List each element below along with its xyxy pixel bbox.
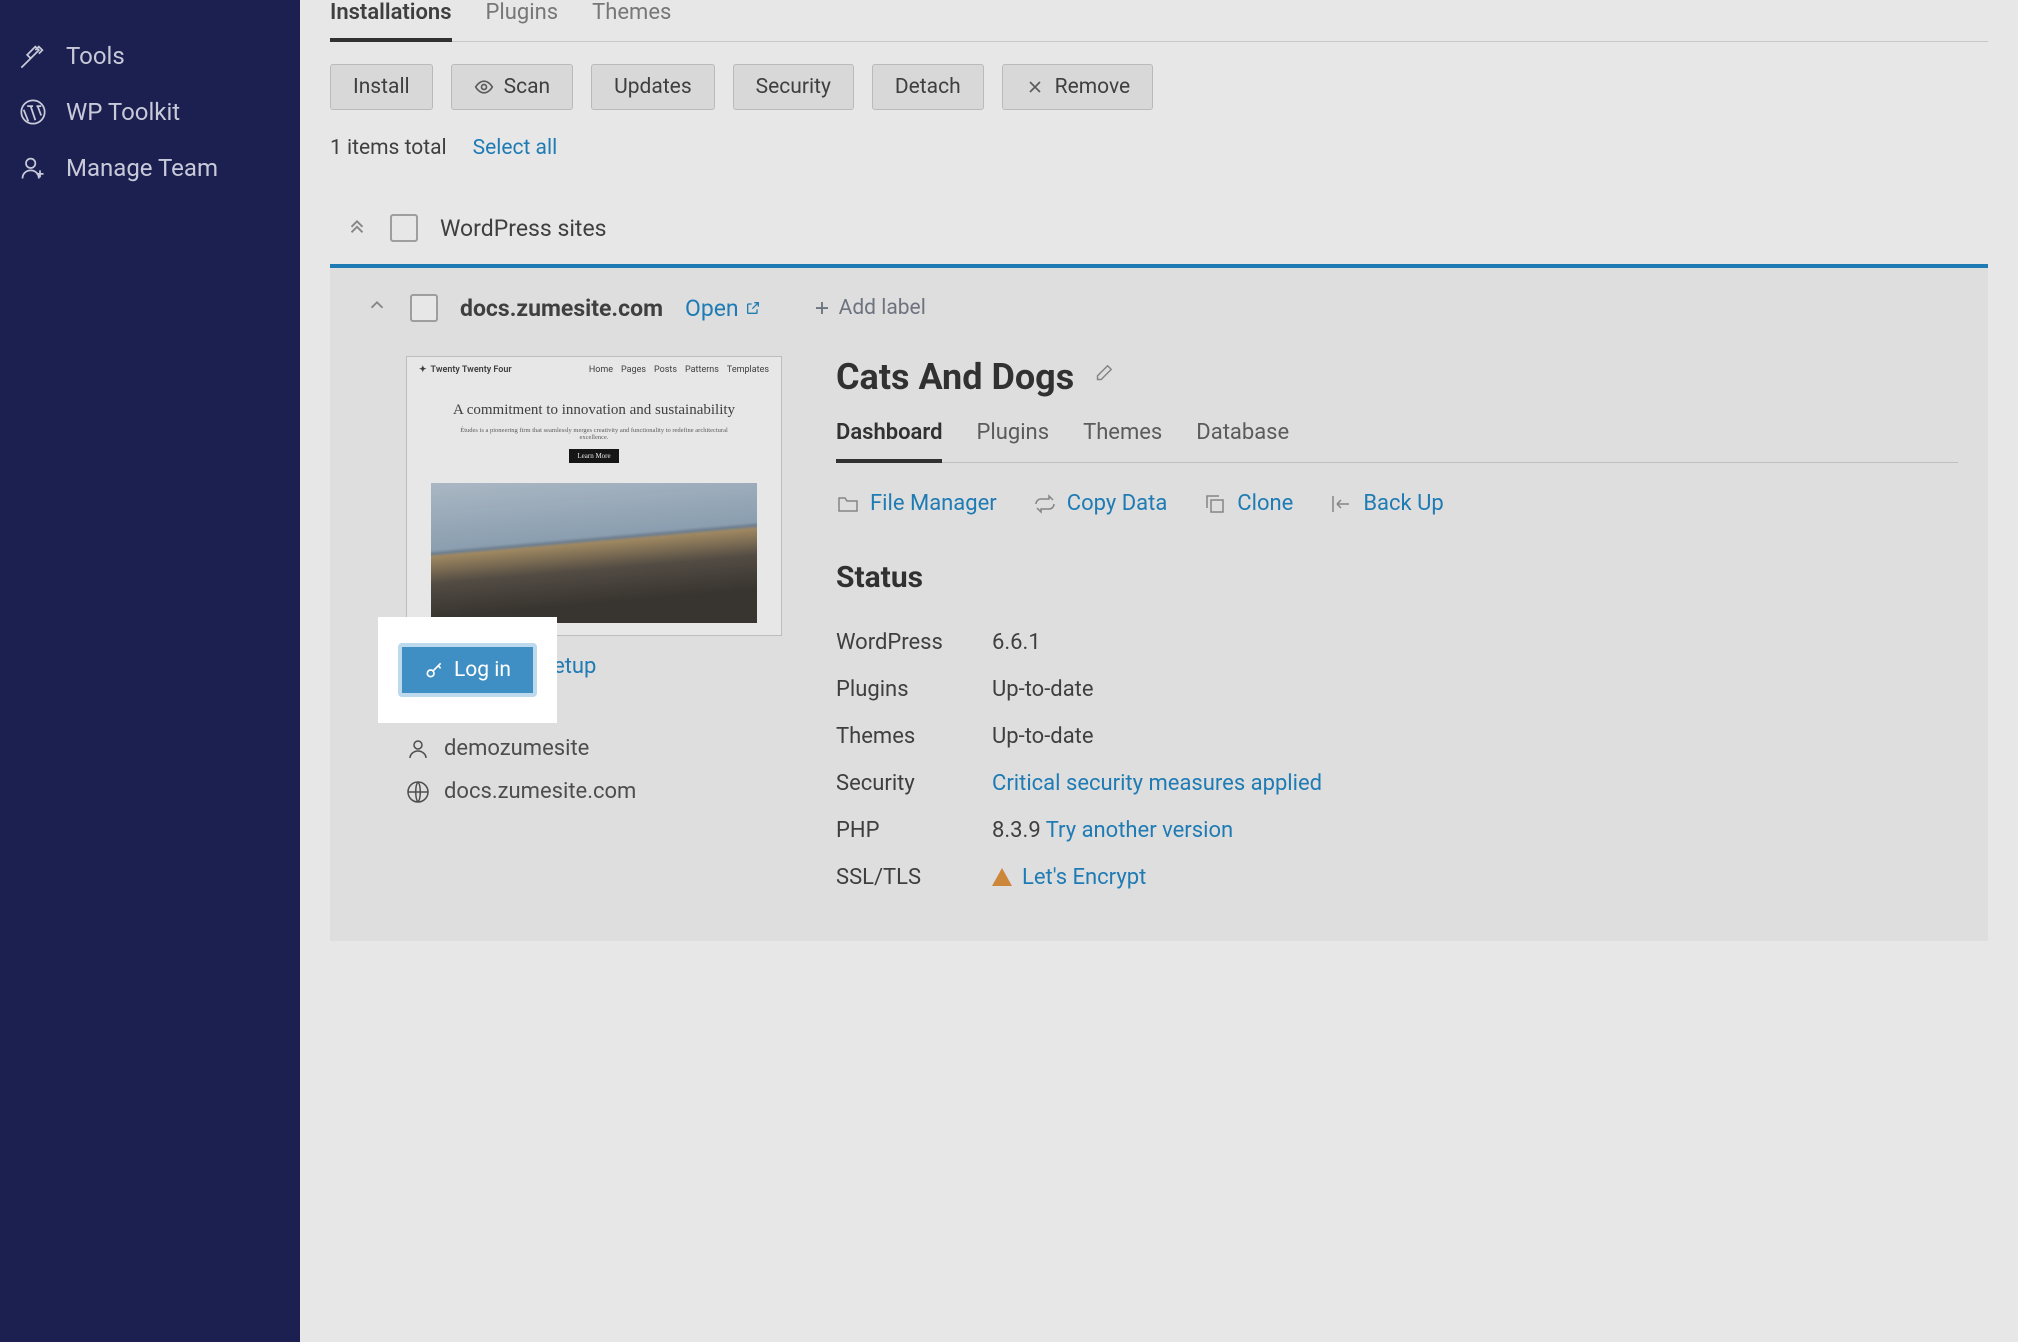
site-header: docs.zumesite.com Open Add label [330,268,1988,346]
preview-nav: HomePagesPostsPatternsTemplates [589,365,769,375]
sidebar-item-label: WP Toolkit [66,98,180,126]
group-title: WordPress sites [440,215,607,242]
group-header: WordPress sites [330,214,1988,264]
items-total: 1 items total [330,136,447,160]
status-php-value: 8.3.9 [992,818,1046,843]
status-themes-value: Up-to-date [992,724,1094,749]
preview-cta: Learn More [569,449,618,463]
tab-installations[interactable]: Installations [330,0,452,42]
site-right-column: Cats And Dogs Dashboard Plugins Themes D… [836,356,1958,901]
file-manager-link[interactable]: File Manager [836,491,997,516]
sub-tab-themes[interactable]: Themes [1083,420,1162,462]
status-security-link[interactable]: Critical security measures applied [992,771,1322,796]
status-ssl-label: SSL/TLS [836,865,992,890]
main-tabs: Installations Plugins Themes [330,0,1988,42]
chevron-up-icon[interactable] [366,294,388,322]
status-php-link[interactable]: Try another version [1046,818,1233,843]
group-checkbox[interactable] [390,214,418,242]
sidebar-item-label: Manage Team [66,154,218,182]
copy-data-link[interactable]: Copy Data [1033,491,1168,516]
site-host-row: docs.zumesite.com [406,779,786,804]
plus-icon [813,299,831,317]
sub-tab-dashboard[interactable]: Dashboard [836,420,942,463]
sub-tab-database[interactable]: Database [1196,420,1289,462]
site-domain: docs.zumesite.com [460,295,663,322]
status-wordpress-label: WordPress [836,630,992,655]
site-action-links: File Manager Copy Data Clone Back U [836,491,1958,516]
select-all-link[interactable]: Select all [473,136,558,160]
site-checkbox[interactable] [410,294,438,322]
status-heading: Status [836,560,1958,595]
add-label-button[interactable]: Add label [813,296,926,320]
tab-themes[interactable]: Themes [592,0,671,41]
status-plugins-value: Up-to-date [992,677,1094,702]
toolbar: Install Scan Updates Security Detach Rem… [330,64,1988,110]
site-user-row: demozumesite [406,736,786,761]
site-host: docs.zumesite.com [444,779,636,804]
x-icon [1025,77,1045,97]
site-sub-tabs: Dashboard Plugins Themes Database [836,420,1958,463]
status-plugins-label: Plugins [836,677,992,702]
preview-hero-sub: Études is a pioneering firm that seamles… [447,427,741,441]
tab-plugins[interactable]: Plugins [486,0,559,41]
backup-link[interactable]: Back Up [1329,491,1443,516]
items-summary: 1 items total Select all [330,136,1988,160]
login-highlight: Log in [378,617,557,723]
status-themes-label: Themes [836,724,992,749]
login-button[interactable]: Log in [398,643,537,697]
wrench-icon [18,41,48,71]
sync-icon [1033,492,1057,516]
sidebar-item-wp-toolkit[interactable]: WP Toolkit [0,84,300,140]
preview-hero-title: A commitment to innovation and sustainab… [447,401,741,421]
team-icon [18,153,48,183]
folder-icon [836,492,860,516]
user-icon [406,737,430,761]
backup-icon [1329,492,1353,516]
status-php-label: PHP [836,818,992,843]
copy-icon [1203,492,1227,516]
status-grid: WordPress6.6.1 PluginsUp-to-date ThemesU… [836,619,1958,901]
sidebar-item-manage-team[interactable]: Manage Team [0,140,300,196]
key-icon [424,660,444,680]
sub-tab-plugins[interactable]: Plugins [976,420,1049,462]
sidebar-item-tools[interactable]: Tools [0,28,300,84]
site-preview-thumbnail[interactable]: ✦ Twenty Twenty Four HomePagesPostsPatte… [406,356,782,636]
wordpress-icon [18,97,48,127]
status-ssl-link[interactable]: Let's Encrypt [1022,865,1146,890]
globe-icon [406,780,430,804]
security-button[interactable]: Security [733,64,854,110]
site-user: demozumesite [444,736,589,761]
eye-icon [474,77,494,97]
remove-button[interactable]: Remove [1002,64,1154,110]
open-site-link[interactable]: Open [685,295,761,322]
edit-title-button[interactable] [1092,363,1114,391]
site-title: Cats And Dogs [836,356,1074,398]
install-button[interactable]: Install [330,64,433,110]
status-wordpress-value: 6.6.1 [992,630,1041,655]
site-card: docs.zumesite.com Open Add label ✦ Twent… [330,264,1988,941]
collapse-all-icon[interactable] [346,214,368,242]
warning-icon [992,868,1012,886]
clone-link[interactable]: Clone [1203,491,1293,516]
preview-image [431,483,757,623]
external-link-icon [745,300,761,316]
scan-button[interactable]: Scan [451,64,573,110]
updates-button[interactable]: Updates [591,64,715,110]
sidebar-item-label: Tools [66,42,125,70]
preview-theme-name: ✦ Twenty Twenty Four [419,365,512,375]
sidebar: Tools WP Toolkit Manage Team [0,0,300,1342]
detach-button[interactable]: Detach [872,64,984,110]
status-security-label: Security [836,771,992,796]
